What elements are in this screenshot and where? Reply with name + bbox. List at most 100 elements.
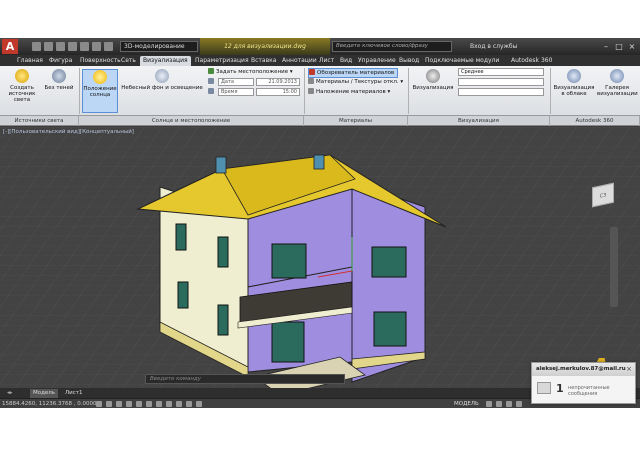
snap-icon[interactable] xyxy=(106,401,112,407)
notification-popup[interactable]: aleksej.merkulov.87@mail.ru × 1 непрочит… xyxy=(531,362,636,404)
3d-osnap-icon[interactable] xyxy=(156,401,162,407)
render-gallery-button[interactable]: Галерея визуализации xyxy=(597,69,638,97)
ducs-icon[interactable] xyxy=(176,401,182,407)
title-bar: A 3D-моделирование 12 для визуализации.d… xyxy=(0,38,640,55)
gallery-icon xyxy=(610,69,624,83)
signin-link[interactable]: Вход в службы xyxy=(470,41,517,52)
materials-textures-button[interactable]: Материалы / Текстуры откл. ▾ xyxy=(308,78,403,86)
render-quality-select[interactable]: Среднее xyxy=(458,68,544,76)
render-cloud-button[interactable]: Визуализация в облаке xyxy=(553,69,595,97)
model-space-label[interactable]: МОДЕЛЬ xyxy=(454,399,479,408)
chimney-right xyxy=(313,154,325,170)
dyn-icon[interactable] xyxy=(186,401,192,407)
window-left-3 xyxy=(177,281,189,309)
pan-icon[interactable] xyxy=(496,401,502,407)
sky-background-button[interactable]: Небесный фон и освещение xyxy=(121,69,203,91)
notification-text: непрочитанные сообщения xyxy=(568,385,610,397)
panel-label-autodesk360[interactable]: Autodesk 360 xyxy=(550,116,640,126)
open-file-icon[interactable] xyxy=(44,42,53,51)
search-input[interactable]: Введите ключевое слово/фразу xyxy=(332,41,452,52)
tab-output[interactable]: Вывод xyxy=(396,56,422,66)
panel-label-sun[interactable]: Солнце и местоположение xyxy=(79,116,304,126)
workspace-select[interactable]: 3D-моделирование xyxy=(120,41,198,52)
command-input[interactable]: Введите команду xyxy=(145,374,345,384)
tab-view[interactable]: Вид xyxy=(337,56,355,66)
quick-view-icon[interactable] xyxy=(486,401,492,407)
close-icon[interactable]: × xyxy=(626,363,632,376)
tab-sheet1[interactable]: Лист1 xyxy=(62,389,85,398)
divider xyxy=(408,68,409,114)
zoom-icon[interactable] xyxy=(506,401,512,407)
render-button[interactable]: Визуализация xyxy=(412,69,454,91)
tab-surface[interactable]: Поверхность xyxy=(77,56,124,66)
ribbon-tabs: Главная Фигура Поверхность Сеть Визуализ… xyxy=(0,55,640,66)
redo-icon[interactable] xyxy=(104,42,113,51)
grid-icon[interactable] xyxy=(116,401,122,407)
tab-model[interactable]: Модель xyxy=(30,389,59,398)
tab-mesh[interactable]: Сеть xyxy=(118,56,139,66)
time-slider[interactable]: Время xyxy=(218,88,254,96)
ribbon-panel: Создать источник света Без теней Положен… xyxy=(0,66,640,116)
navigation-bar[interactable] xyxy=(610,227,618,307)
sun-position-button[interactable]: Положение солнца xyxy=(82,69,118,113)
tab-autodesk360[interactable]: Autodesk 360 xyxy=(508,56,555,66)
print-icon[interactable] xyxy=(80,42,89,51)
tab-solid[interactable]: Фигура xyxy=(46,56,75,66)
tab-parametric[interactable]: Параметризация xyxy=(192,56,252,66)
apply-material-icon xyxy=(308,88,314,94)
osnap-icon[interactable] xyxy=(146,401,152,407)
maximize-icon[interactable]: □ xyxy=(613,41,625,52)
calendar-icon xyxy=(208,78,214,84)
ortho-icon[interactable] xyxy=(126,401,132,407)
new-file-icon[interactable] xyxy=(32,42,41,51)
drawing-viewport[interactable]: [-][Пользовательский вид][Концептуальный… xyxy=(0,127,640,388)
undo-icon[interactable] xyxy=(92,42,101,51)
close-icon[interactable]: × xyxy=(626,41,638,52)
set-location-button[interactable]: Задать местоположение ▾ xyxy=(208,68,293,76)
render-output-select[interactable] xyxy=(458,88,544,96)
create-light-button[interactable]: Создать источник света xyxy=(4,69,40,103)
panel-label-render[interactable]: Визуализация xyxy=(408,116,550,126)
chimney-left xyxy=(215,156,227,174)
window-left-2 xyxy=(217,236,229,268)
coordinates-readout: 15884.4260, 11236.3768 , 0.0000 xyxy=(2,401,97,407)
tab-layout[interactable]: Лист xyxy=(316,56,337,66)
tab-annotate[interactable]: Аннотации xyxy=(279,56,320,66)
apply-materials-button[interactable]: Наложение материалов ▾ xyxy=(308,88,390,96)
minimize-icon[interactable]: – xyxy=(600,41,612,52)
date-slider[interactable]: Дата xyxy=(218,78,254,86)
cloud-render-icon xyxy=(567,69,581,83)
tab-home[interactable]: Главная xyxy=(14,56,46,66)
window-front-upper xyxy=(271,243,307,279)
front-door xyxy=(271,321,305,363)
tab-insert[interactable]: Вставка xyxy=(248,56,279,66)
divider xyxy=(550,68,551,114)
app-logo[interactable]: A xyxy=(2,39,18,54)
polar-icon[interactable] xyxy=(136,401,142,407)
tab-render[interactable]: Визуализация xyxy=(140,56,191,66)
render-preset-select[interactable] xyxy=(458,78,544,86)
tab-manage[interactable]: Управление xyxy=(355,56,399,66)
notification-count: 1 xyxy=(556,382,564,395)
layout-prev-icon[interactable]: ◂▸ xyxy=(4,389,16,398)
lineweight-icon[interactable] xyxy=(196,401,202,407)
window-right-upper xyxy=(371,246,407,278)
date-value[interactable]: 21.09.2013 xyxy=(256,78,300,86)
shadow-icon xyxy=(52,69,66,83)
teapot-icon xyxy=(426,69,440,83)
otrack-icon[interactable] xyxy=(166,401,172,407)
divider xyxy=(304,68,305,114)
save-as-icon[interactable] xyxy=(68,42,77,51)
annotation-icon[interactable] xyxy=(516,401,522,407)
material-browser-button[interactable]: Обозреватель материалов xyxy=(308,68,399,78)
save-icon[interactable] xyxy=(56,42,65,51)
tab-plugins[interactable]: Подключаемые модули xyxy=(422,56,502,66)
panel-label-lights[interactable]: Источники света xyxy=(0,116,79,126)
viewport-controls-label[interactable]: [-][Пользовательский вид][Концептуальный… xyxy=(3,129,134,135)
panel-label-materials[interactable]: Материалы xyxy=(304,116,408,126)
time-value[interactable]: 15:00 xyxy=(256,88,300,96)
viewport-canvas xyxy=(0,127,640,388)
autocad-window: A 3D-моделирование 12 для визуализации.d… xyxy=(0,38,640,408)
no-shadows-button[interactable]: Без теней xyxy=(44,69,74,91)
infer-constraints-icon[interactable] xyxy=(96,401,102,407)
